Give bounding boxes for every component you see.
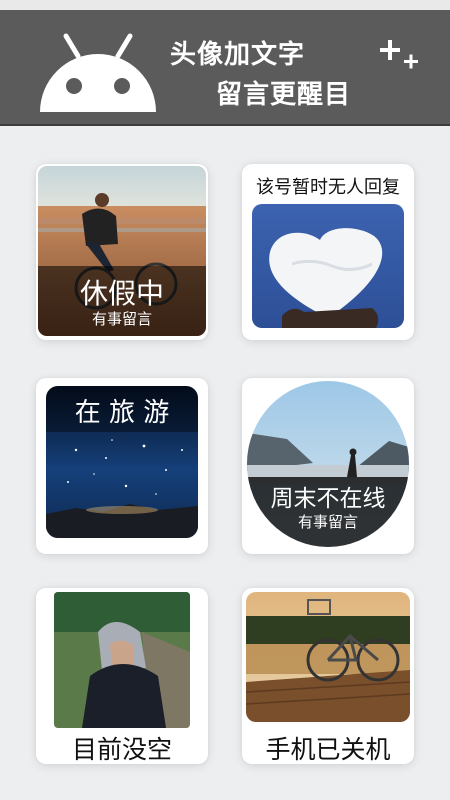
status-bar [0, 0, 450, 10]
app-header: 头像加文字 留言更醒目 [0, 10, 450, 126]
template-card-travel[interactable]: 在 旅 游 [36, 378, 208, 554]
caption-top: 该号暂时无人回复 [256, 177, 400, 198]
mountain-photo: 周末不在线 有事留言 [247, 381, 409, 547]
caption-title: 周末不在线 [270, 486, 386, 512]
add-icon[interactable] [378, 36, 422, 76]
template-card-no-reply[interactable]: 该号暂时无人回复 [242, 164, 414, 340]
android-icon [40, 33, 156, 112]
caption-title: 休假中 [79, 277, 164, 310]
snow-heart-photo [252, 204, 404, 328]
template-card-vacation[interactable]: 休假中 有事留言 [36, 164, 208, 340]
template-card-weekend[interactable]: 周末不在线 有事留言 [242, 378, 414, 554]
caption-bottom: 手机已关机 [265, 735, 391, 764]
caption-bottom: 目前没空 [71, 735, 172, 764]
app-title-line2: 留言更醒目 [216, 80, 352, 110]
hooded-person-photo [54, 592, 190, 728]
caption-subtitle: 有事留言 [297, 513, 358, 531]
template-card-busy[interactable]: 目前没空 [36, 588, 208, 764]
caption-subtitle: 有事留言 [91, 310, 152, 328]
vacation-photo: 休假中 有事留言 [38, 166, 206, 336]
bicycle-photo [246, 592, 410, 722]
starry-sky-photo: 在 旅 游 [46, 386, 198, 538]
template-card-phone-off[interactable]: 手机已关机 [242, 588, 414, 764]
caption-top: 在 旅 游 [74, 398, 170, 428]
app-title-line1: 头像加文字 [170, 40, 306, 70]
